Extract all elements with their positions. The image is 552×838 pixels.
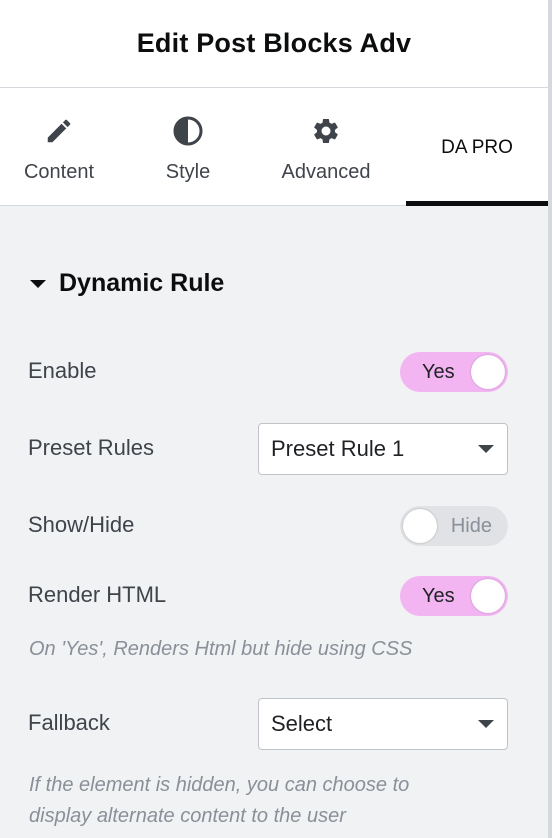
tab-advanced[interactable]: Advanced xyxy=(256,89,396,205)
enable-switch[interactable]: Yes xyxy=(400,352,508,392)
tab-style[interactable]: Style xyxy=(128,89,248,205)
section-title: Dynamic Rule xyxy=(59,269,225,297)
render-html-switch[interactable]: Yes xyxy=(400,576,508,616)
fallback-help-line-2: display alternate content to the user xyxy=(29,805,346,827)
controls-panel: Dynamic Rule Enable Yes Preset Rules Pre… xyxy=(0,206,548,838)
chevron-down-icon xyxy=(478,445,494,453)
preset-rules-value: Preset Rule 1 xyxy=(271,436,405,461)
tab-style-label: Style xyxy=(165,161,211,183)
preset-rules-label: Preset Rules xyxy=(28,435,154,460)
panel-resize-rail[interactable] xyxy=(548,0,552,838)
preset-rules-select[interactable]: Preset Rule 1 xyxy=(258,423,508,475)
tab-da-pro[interactable]: DA PRO xyxy=(406,89,548,207)
section-toggle[interactable]: Dynamic Rule xyxy=(30,269,224,298)
tab-content[interactable]: Content xyxy=(0,89,118,205)
switch-knob xyxy=(471,355,505,389)
pencil-icon xyxy=(43,115,75,147)
show-hide-label: Show/Hide xyxy=(28,512,135,537)
switch-knob xyxy=(471,579,505,613)
tab-bar: Content Style Advanced DA PRO xyxy=(0,89,548,207)
switch-knob xyxy=(403,509,437,543)
fallback-help-line-1: If the element is hidden, you can choose… xyxy=(29,774,410,796)
panel-header: Edit Post Blocks Adv xyxy=(0,0,548,88)
panel-title: Edit Post Blocks Adv xyxy=(136,28,412,58)
enable-switch-text: Yes xyxy=(422,361,455,383)
chevron-down-icon xyxy=(478,720,494,728)
fallback-select[interactable]: Select xyxy=(258,698,508,750)
fallback-label: Fallback xyxy=(28,710,110,735)
fallback-value: Select xyxy=(271,711,333,736)
tab-content-label: Content xyxy=(23,161,95,183)
gear-icon xyxy=(310,115,342,147)
render-html-help: On 'Yes', Renders Html but hide using CS… xyxy=(29,638,413,660)
tab-advanced-label: Advanced xyxy=(281,161,371,183)
enable-label: Enable xyxy=(28,358,97,383)
tab-da-pro-label: DA PRO xyxy=(441,137,513,158)
half-circle-icon xyxy=(172,115,204,147)
render-html-switch-text: Yes xyxy=(422,585,455,607)
show-hide-switch-text: Hide xyxy=(450,515,492,537)
caret-down-icon xyxy=(30,279,46,288)
render-html-label: Render HTML xyxy=(28,582,167,607)
show-hide-switch[interactable]: Hide xyxy=(400,506,508,546)
